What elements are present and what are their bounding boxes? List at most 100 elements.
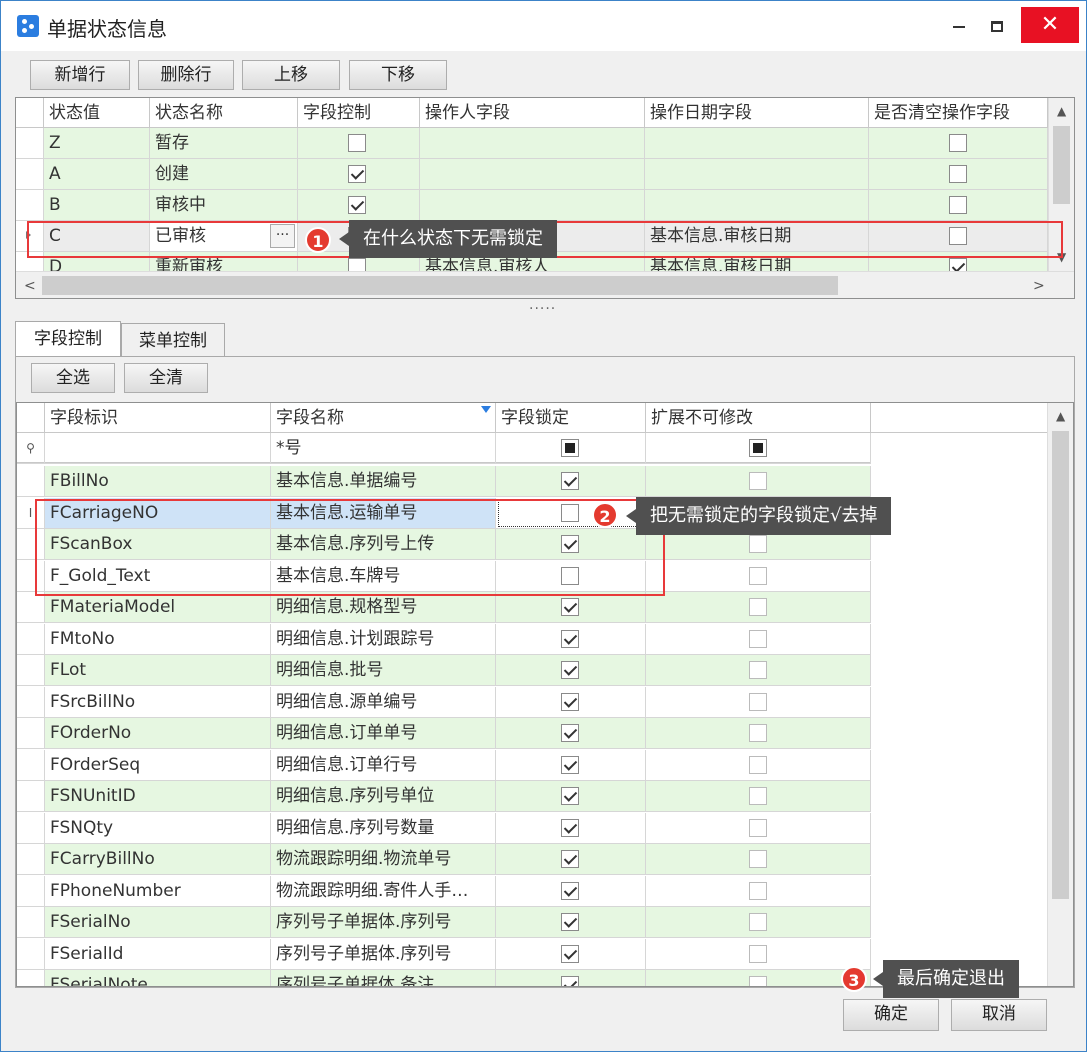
field-lock-cell[interactable]: [496, 466, 646, 497]
filter-ext[interactable]: [646, 433, 871, 464]
ext-checkbox[interactable]: [749, 472, 767, 490]
field-lock-cell[interactable]: [496, 938, 646, 970]
field-control-cell[interactable]: [298, 128, 420, 159]
field-row[interactable]: FOrderSeq 明细信息.订单行号: [17, 749, 871, 781]
row-indicator[interactable]: [17, 907, 45, 938]
col-field-name[interactable]: 字段名称: [271, 403, 496, 433]
field-row[interactable]: FSerialId 序列号子单据体.序列号: [17, 938, 871, 970]
scroll-up-icon[interactable]: ▲: [1056, 409, 1065, 423]
cancel-button[interactable]: 取消: [951, 999, 1047, 1031]
ext-cell[interactable]: [646, 560, 871, 592]
field-control-checkbox[interactable]: [348, 134, 366, 152]
field-control-cell[interactable]: [298, 159, 420, 190]
clear-operate-cell[interactable]: [869, 159, 1048, 190]
ext-cell[interactable]: [646, 970, 871, 986]
field-id-cell[interactable]: FSerialId: [45, 938, 271, 970]
filter-field-id[interactable]: [45, 433, 271, 464]
scroll-left-icon[interactable]: <: [24, 278, 36, 294]
clear-all-button[interactable]: 全清: [124, 363, 208, 393]
field-name-cell[interactable]: 明细信息.批号: [271, 655, 496, 686]
row-indicator[interactable]: [17, 875, 45, 907]
ext-cell[interactable]: [646, 907, 871, 938]
operator-field-cell[interactable]: [420, 128, 645, 159]
field-lock-checkbox[interactable]: [561, 944, 579, 963]
field-row[interactable]: FSerialNo 序列号子单据体.序列号: [17, 907, 871, 938]
field-name-cell[interactable]: 明细信息.计划跟踪号: [271, 623, 496, 655]
field-lock-checkbox[interactable]: [561, 598, 579, 616]
status-hscroll-thumb[interactable]: [42, 276, 838, 295]
field-lock-checkbox[interactable]: [561, 881, 579, 900]
ext-cell[interactable]: [646, 749, 871, 781]
col-clear-operate-field[interactable]: 是否清空操作字段: [869, 98, 1048, 128]
field-control-cell[interactable]: [298, 190, 420, 221]
row-indicator[interactable]: [16, 159, 44, 190]
maximize-button[interactable]: [979, 9, 1015, 43]
delete-row-button[interactable]: 删除行: [138, 60, 234, 90]
field-name-cell[interactable]: 序列号子单据体.备注: [271, 970, 496, 986]
field-id-cell[interactable]: FSNQty: [45, 812, 271, 844]
row-indicator[interactable]: [17, 749, 45, 781]
field-id-cell[interactable]: FSrcBillNo: [45, 686, 271, 718]
field-id-cell[interactable]: FLot: [45, 655, 271, 686]
operate-date-cell[interactable]: [645, 190, 869, 221]
field-id-cell[interactable]: FOrderNo: [45, 718, 271, 749]
field-id-cell[interactable]: FCarryBillNo: [45, 844, 271, 875]
ext-checkbox[interactable]: [749, 976, 767, 986]
field-lock-checkbox[interactable]: [561, 818, 579, 837]
field-row[interactable]: FCarryBillNo 物流跟踪明细.物流单号: [17, 844, 871, 875]
row-indicator[interactable]: [17, 623, 45, 655]
field-lock-cell[interactable]: [496, 781, 646, 812]
row-indicator[interactable]: [16, 190, 44, 221]
status-row[interactable]: B 审核中: [16, 190, 1048, 221]
ext-checkbox[interactable]: [749, 598, 767, 616]
ext-cell[interactable]: [646, 875, 871, 907]
field-lock-checkbox[interactable]: [561, 661, 579, 679]
splitter-handle[interactable]: ·····: [529, 301, 556, 317]
col-status-name[interactable]: 状态名称: [150, 98, 298, 128]
operate-date-cell[interactable]: [645, 159, 869, 190]
ext-cell[interactable]: [646, 781, 871, 812]
ext-cell[interactable]: [646, 655, 871, 686]
clear-operate-checkbox[interactable]: [949, 134, 967, 152]
ext-cell[interactable]: [646, 466, 871, 497]
tab-field-control[interactable]: 字段控制: [15, 321, 121, 357]
move-up-button[interactable]: 上移: [242, 60, 340, 90]
field-name-cell[interactable]: 明细信息.订单单号: [271, 718, 496, 749]
ext-checkbox[interactable]: [749, 818, 767, 837]
field-lock-checkbox[interactable]: [561, 472, 579, 490]
col-field-control[interactable]: 字段控制: [298, 98, 420, 128]
status-value-cell[interactable]: Z: [44, 128, 150, 159]
field-id-cell[interactable]: FBillNo: [45, 466, 271, 497]
row-indicator[interactable]: [17, 938, 45, 970]
field-lock-checkbox[interactable]: [561, 692, 579, 711]
scroll-up-icon[interactable]: ▲: [1057, 104, 1066, 118]
move-down-button[interactable]: 下移: [349, 60, 447, 90]
col-operate-date-field[interactable]: 操作日期字段: [645, 98, 869, 128]
ext-checkbox[interactable]: [749, 629, 767, 648]
clear-operate-checkbox[interactable]: [949, 165, 967, 183]
field-id-cell[interactable]: FMtoNo: [45, 623, 271, 655]
row-indicator[interactable]: [17, 781, 45, 812]
field-lock-checkbox[interactable]: [561, 850, 579, 868]
field-lock-cell[interactable]: [496, 749, 646, 781]
status-row[interactable]: A 创建: [16, 159, 1048, 190]
status-value-cell[interactable]: A: [44, 159, 150, 190]
field-name-cell[interactable]: 基本信息.单据编号: [271, 466, 496, 497]
select-all-button[interactable]: 全选: [31, 363, 115, 393]
field-lock-checkbox[interactable]: [561, 629, 579, 648]
ext-checkbox[interactable]: [749, 944, 767, 963]
operate-date-cell[interactable]: [645, 128, 869, 159]
col-status-value[interactable]: 状态值: [44, 98, 150, 128]
field-name-cell[interactable]: 序列号子单据体.序列号: [271, 938, 496, 970]
field-id-cell[interactable]: FSerialNote: [45, 970, 271, 986]
field-name-cell[interactable]: 明细信息.序列号单位: [271, 781, 496, 812]
field-control-checkbox[interactable]: [348, 165, 366, 183]
field-lock-cell[interactable]: [496, 970, 646, 986]
row-indicator[interactable]: [17, 844, 45, 875]
field-row[interactable]: FSerialNote 序列号子单据体.备注: [17, 970, 871, 986]
field-row[interactable]: FOrderNo 明细信息.订单单号: [17, 718, 871, 749]
status-name-cell[interactable]: 创建: [150, 159, 298, 190]
field-lock-checkbox[interactable]: [561, 913, 579, 931]
scroll-right-icon[interactable]: >: [1033, 278, 1045, 294]
field-id-cell[interactable]: FSNUnitID: [45, 781, 271, 812]
